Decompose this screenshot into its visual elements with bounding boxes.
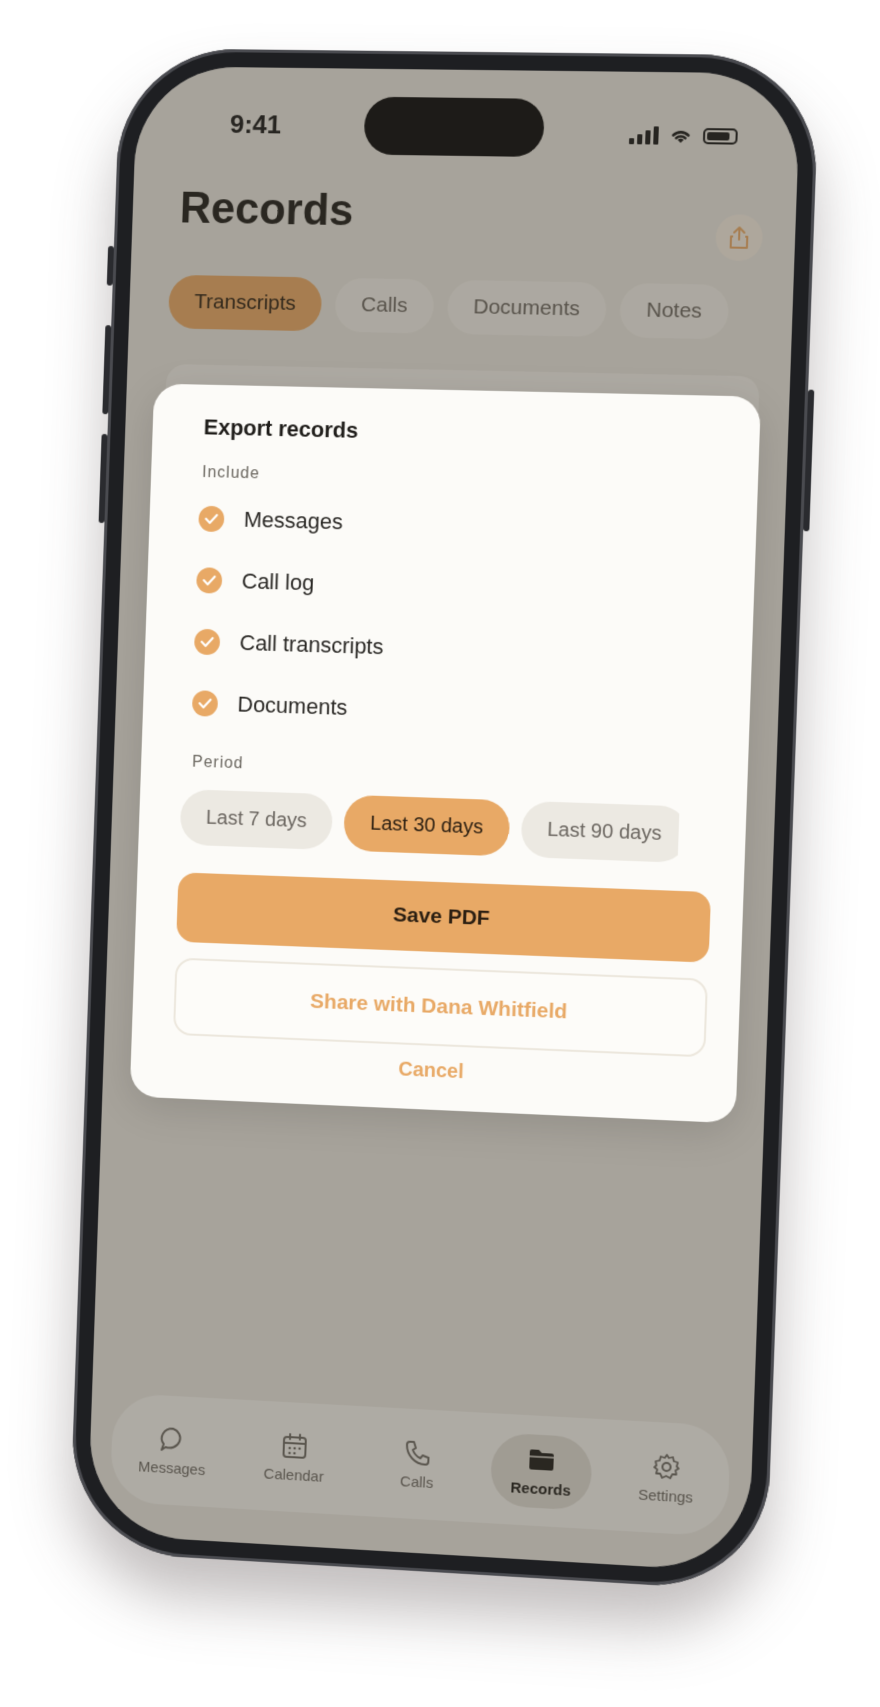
include-section-label: Include: [201, 464, 261, 483]
export-records-sheet: Export records Include Messages Call log: [129, 383, 762, 1124]
period-section-label: Period: [191, 753, 244, 773]
phone-device: 9:41 Records Transcripts Calls Documents…: [69, 48, 820, 1592]
option-label: Call log: [241, 568, 315, 596]
save-pdf-button[interactable]: Save PDF: [176, 872, 712, 963]
option-call-log[interactable]: Call log: [196, 567, 315, 596]
option-call-transcripts[interactable]: Call transcripts: [193, 628, 384, 661]
period-chip-90-days[interactable]: Last 90 days: [520, 800, 680, 863]
period-chip-30-days[interactable]: Last 30 days: [343, 794, 511, 857]
modal-title: Export records: [203, 414, 359, 443]
check-icon[interactable]: [191, 690, 219, 717]
period-chips: Last 7 days Last 30 days Last 90 days: [179, 789, 680, 867]
option-label: Call transcripts: [239, 630, 384, 660]
check-icon[interactable]: [198, 505, 225, 533]
screen: 9:41 Records Transcripts Calls Documents…: [87, 66, 801, 1573]
option-label: Documents: [237, 691, 348, 720]
option-label: Messages: [243, 506, 344, 535]
check-icon[interactable]: [196, 567, 223, 594]
period-chip-7-days[interactable]: Last 7 days: [179, 789, 334, 851]
stage: 9:41 Records Transcripts Calls Documents…: [0, 0, 880, 1707]
option-messages[interactable]: Messages: [198, 505, 344, 536]
option-documents[interactable]: Documents: [191, 690, 348, 721]
check-icon[interactable]: [193, 628, 221, 656]
share-with-contact-button[interactable]: Share with Dana Whitfield: [172, 957, 709, 1058]
